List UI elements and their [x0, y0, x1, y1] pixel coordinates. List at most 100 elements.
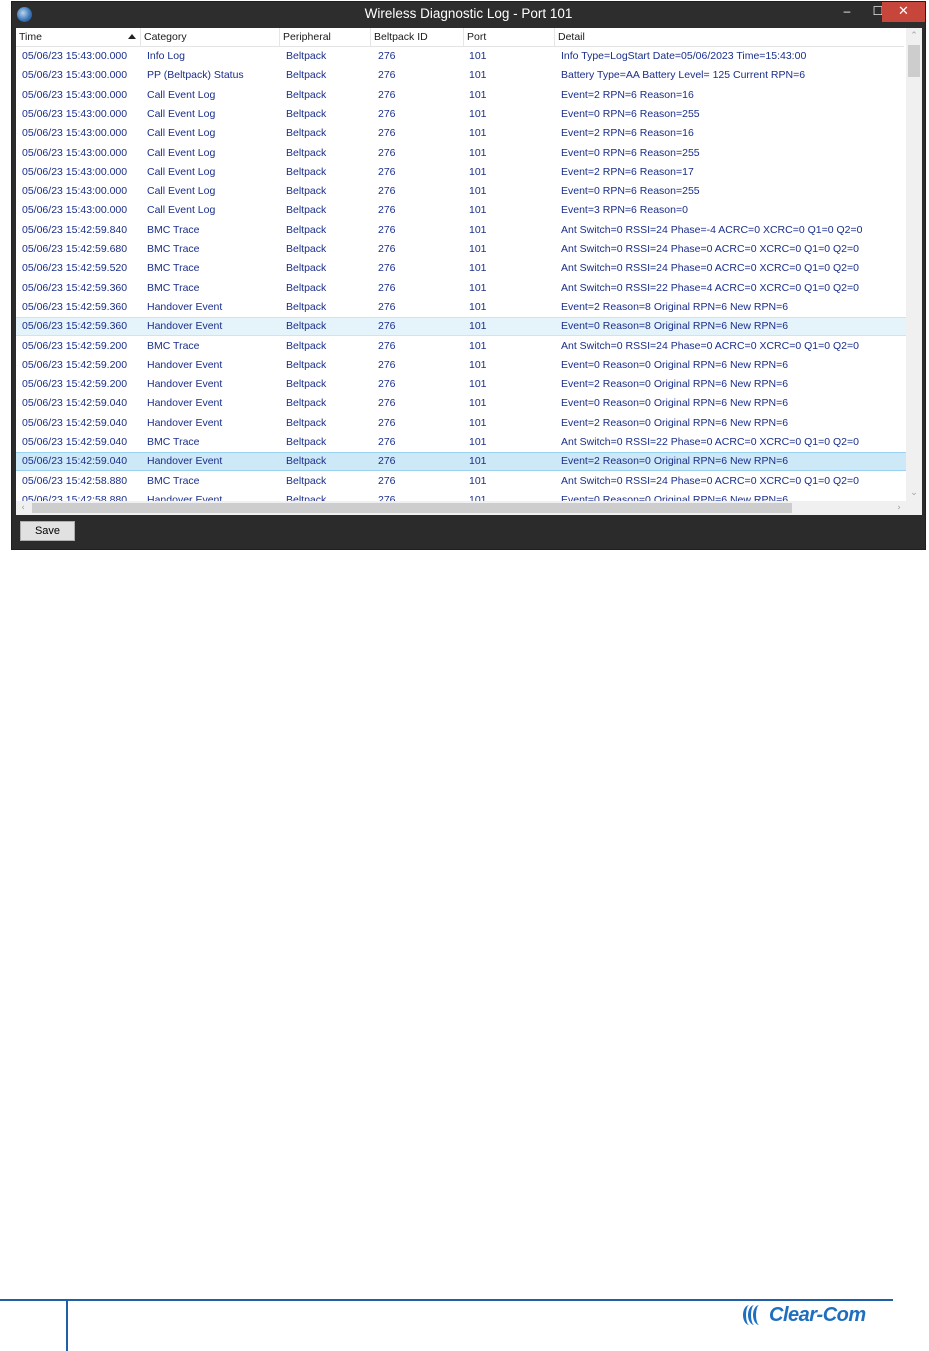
table-row[interactable]: 05/06/23 15:42:58.880 Handover Event Beltp… [16, 491, 906, 501]
cell-time: 05/06/23 15:43:00.000 [22, 146, 128, 159]
cell-beltpack-id: 276 [378, 223, 396, 236]
chevron-up-icon[interactable]: ⌃ [906, 28, 922, 44]
column-header-detail[interactable]: Detail [555, 28, 904, 46]
cell-port: 101 [469, 455, 487, 468]
minimize-button[interactable]: – [832, 2, 862, 22]
cell-port: 101 [469, 397, 487, 410]
cell-peripheral: Beltpack [286, 243, 327, 255]
scroll-corner [906, 501, 922, 515]
cell-detail: Event=0 Reason=0 Original RPN=6 New RPN=… [561, 358, 789, 371]
cell-peripheral: Beltpack [286, 88, 327, 101]
column-header-port[interactable]: Port [464, 28, 555, 46]
cell-category: PP (Beltpack) Status [147, 69, 244, 82]
cell-port: 101 [469, 146, 487, 159]
cell-detail: Ant Switch=0 RSSI=24 Phase=0 ACRC=0 XCRC… [561, 474, 859, 487]
cell-port: 101 [469, 416, 487, 429]
cell-time: 05/06/23 15:43:00.000 [22, 107, 128, 120]
cell-category: Call Event Log [147, 204, 216, 217]
horizontal-scrollbar[interactable]: ‹ › [16, 501, 906, 515]
cell-port: 101 [469, 204, 487, 217]
cell-time: 05/06/23 15:43:00.000 [22, 185, 128, 198]
table-row[interactable]: 05/06/23 15:42:59.360 BMC Trace Beltpack 27… [16, 279, 906, 298]
vertical-scrollbar[interactable]: ⌃ ⌄ [906, 28, 922, 501]
cell-port: 101 [469, 50, 487, 62]
vertical-scroll-thumb[interactable] [908, 45, 920, 77]
cell-time: 05/06/23 15:42:58.880 [22, 493, 128, 501]
column-header-peripheral[interactable]: Peripheral [280, 28, 371, 46]
cell-category: Call Event Log [147, 88, 216, 101]
table-row[interactable]: 05/06/23 15:42:59.680 BMC Trace Beltpack 27… [16, 240, 906, 259]
table-row[interactable]: 05/06/23 15:43:00.000 Call Event Log Beltp… [16, 163, 906, 182]
chevron-down-icon[interactable]: ⌄ [906, 485, 922, 501]
table-row[interactable]: 05/06/23 15:42:59.360 Handover Event Beltp… [16, 298, 906, 317]
sort-ascending-icon [128, 34, 136, 39]
cell-detail: Event=2 Reason=0 Original RPN=6 New RPN=… [561, 378, 789, 391]
table-row[interactable]: 05/06/23 15:42:59.200 Handover Event Beltp… [16, 375, 906, 394]
cell-beltpack-id: 276 [378, 300, 396, 313]
table-row[interactable]: 05/06/23 15:43:00.000 Call Event Log Beltp… [16, 105, 906, 124]
cell-category: BMC Trace [147, 243, 200, 255]
table-row[interactable]: 05/06/23 15:42:59.520 BMC Trace Beltpack 27… [16, 259, 906, 278]
cell-port: 101 [469, 262, 487, 275]
cell-beltpack-id: 276 [378, 204, 396, 217]
cell-peripheral: Beltpack [286, 69, 327, 82]
cell-detail: Event=0 Reason=0 Original RPN=6 New RPN=… [561, 493, 789, 501]
cell-detail: Ant Switch=0 RSSI=24 Phase=0 ACRC=0 XCRC… [561, 339, 859, 352]
column-header-time[interactable]: Time [16, 28, 141, 46]
cell-time: 05/06/23 15:42:59.040 [22, 436, 128, 448]
chevron-left-icon[interactable]: ‹ [16, 501, 30, 515]
cell-detail: Event=0 Reason=8 Original RPN=6 New RPN=… [561, 320, 789, 333]
cell-category: Handover Event [147, 320, 223, 333]
cell-port: 101 [469, 339, 487, 352]
cell-detail: Event=2 RPN=6 Reason=16 [561, 88, 694, 101]
cell-beltpack-id: 276 [378, 88, 396, 101]
table-row[interactable]: 05/06/23 15:42:59.200 Handover Event Beltp… [16, 356, 906, 375]
cell-peripheral: Beltpack [286, 262, 327, 275]
cell-detail: Event=0 RPN=6 Reason=255 [561, 185, 700, 198]
table-row[interactable]: 05/06/23 15:42:59.040 BMC Trace Beltpack 27… [16, 433, 906, 452]
table-row[interactable]: 05/06/23 15:42:59.040 Handover Event Beltp… [16, 452, 906, 472]
chevron-right-icon[interactable]: › [892, 501, 906, 515]
cell-time: 05/06/23 15:42:59.680 [22, 243, 128, 255]
table-row[interactable]: 05/06/23 15:42:58.880 BMC Trace Beltpack 27… [16, 472, 906, 491]
cell-port: 101 [469, 474, 487, 487]
table-row[interactable]: 05/06/23 15:42:59.040 Handover Event Beltp… [16, 414, 906, 433]
table-row[interactable]: 05/06/23 15:42:59.040 Handover Event Beltp… [16, 394, 906, 413]
cell-beltpack-id: 276 [378, 358, 396, 371]
cell-peripheral: Beltpack [286, 50, 327, 62]
cell-time: 05/06/23 15:42:59.200 [22, 339, 128, 352]
table-row[interactable]: 05/06/23 15:43:00.000 Call Event Log Beltp… [16, 86, 906, 105]
clear-com-logo-icon [739, 1302, 769, 1328]
title-bar[interactable]: Wireless Diagnostic Log - Port 101 – ☐ ✕ [12, 2, 925, 28]
cell-time: 05/06/23 15:42:59.040 [22, 416, 128, 429]
table-row[interactable]: 05/06/23 15:43:00.000 Call Event Log Beltp… [16, 182, 906, 201]
log-list-view[interactable]: Time Category Peripheral Beltpack ID Por… [16, 28, 922, 515]
cell-port: 101 [469, 107, 487, 120]
cell-time: 05/06/23 15:42:59.360 [22, 320, 128, 333]
cell-beltpack-id: 276 [378, 397, 396, 410]
window-title: Wireless Diagnostic Log - Port 101 [364, 6, 573, 21]
cell-peripheral: Beltpack [286, 281, 327, 294]
column-header-category[interactable]: Category [141, 28, 280, 46]
cell-beltpack-id: 276 [378, 69, 396, 82]
horizontal-scroll-thumb[interactable] [32, 503, 792, 513]
table-row[interactable]: 05/06/23 15:42:59.840 BMC Trace Beltpack 27… [16, 221, 906, 240]
save-button[interactable]: Save [20, 521, 75, 541]
cell-detail: Ant Switch=0 RSSI=24 Phase=-4 ACRC=0 XCR… [561, 223, 863, 236]
table-row[interactable]: 05/06/23 15:43:00.000 Info Log Beltpack 276… [16, 47, 906, 66]
cell-peripheral: Beltpack [286, 339, 327, 352]
column-header-beltpack-id[interactable]: Beltpack ID [371, 28, 464, 46]
cell-peripheral: Beltpack [286, 165, 327, 178]
table-row[interactable]: 05/06/23 15:43:00.000 Call Event Log Beltp… [16, 201, 906, 220]
column-header-label: Time [19, 31, 42, 43]
log-rows: 05/06/23 15:43:00.000 Info Log Beltpack 276… [16, 47, 906, 501]
close-button[interactable]: ✕ [882, 2, 925, 22]
diagnostic-log-window: Wireless Diagnostic Log - Port 101 – ☐ ✕… [11, 1, 926, 550]
cell-peripheral: Beltpack [286, 300, 327, 313]
table-row[interactable]: 05/06/23 15:43:00.000 Call Event Log Beltp… [16, 124, 906, 143]
table-row[interactable]: 05/06/23 15:43:00.000 Call Event Log Beltp… [16, 144, 906, 163]
table-row[interactable]: 05/06/23 15:43:00.000 PP (Beltpack) Statu… [16, 66, 906, 85]
table-row[interactable]: 05/06/23 15:42:59.360 Handover Event Beltp… [16, 317, 906, 337]
table-row[interactable]: 05/06/23 15:42:59.200 BMC Trace Beltpack 27… [16, 337, 906, 356]
cell-detail: Info Type=LogStart Date=05/06/2023 Time=… [561, 50, 807, 62]
